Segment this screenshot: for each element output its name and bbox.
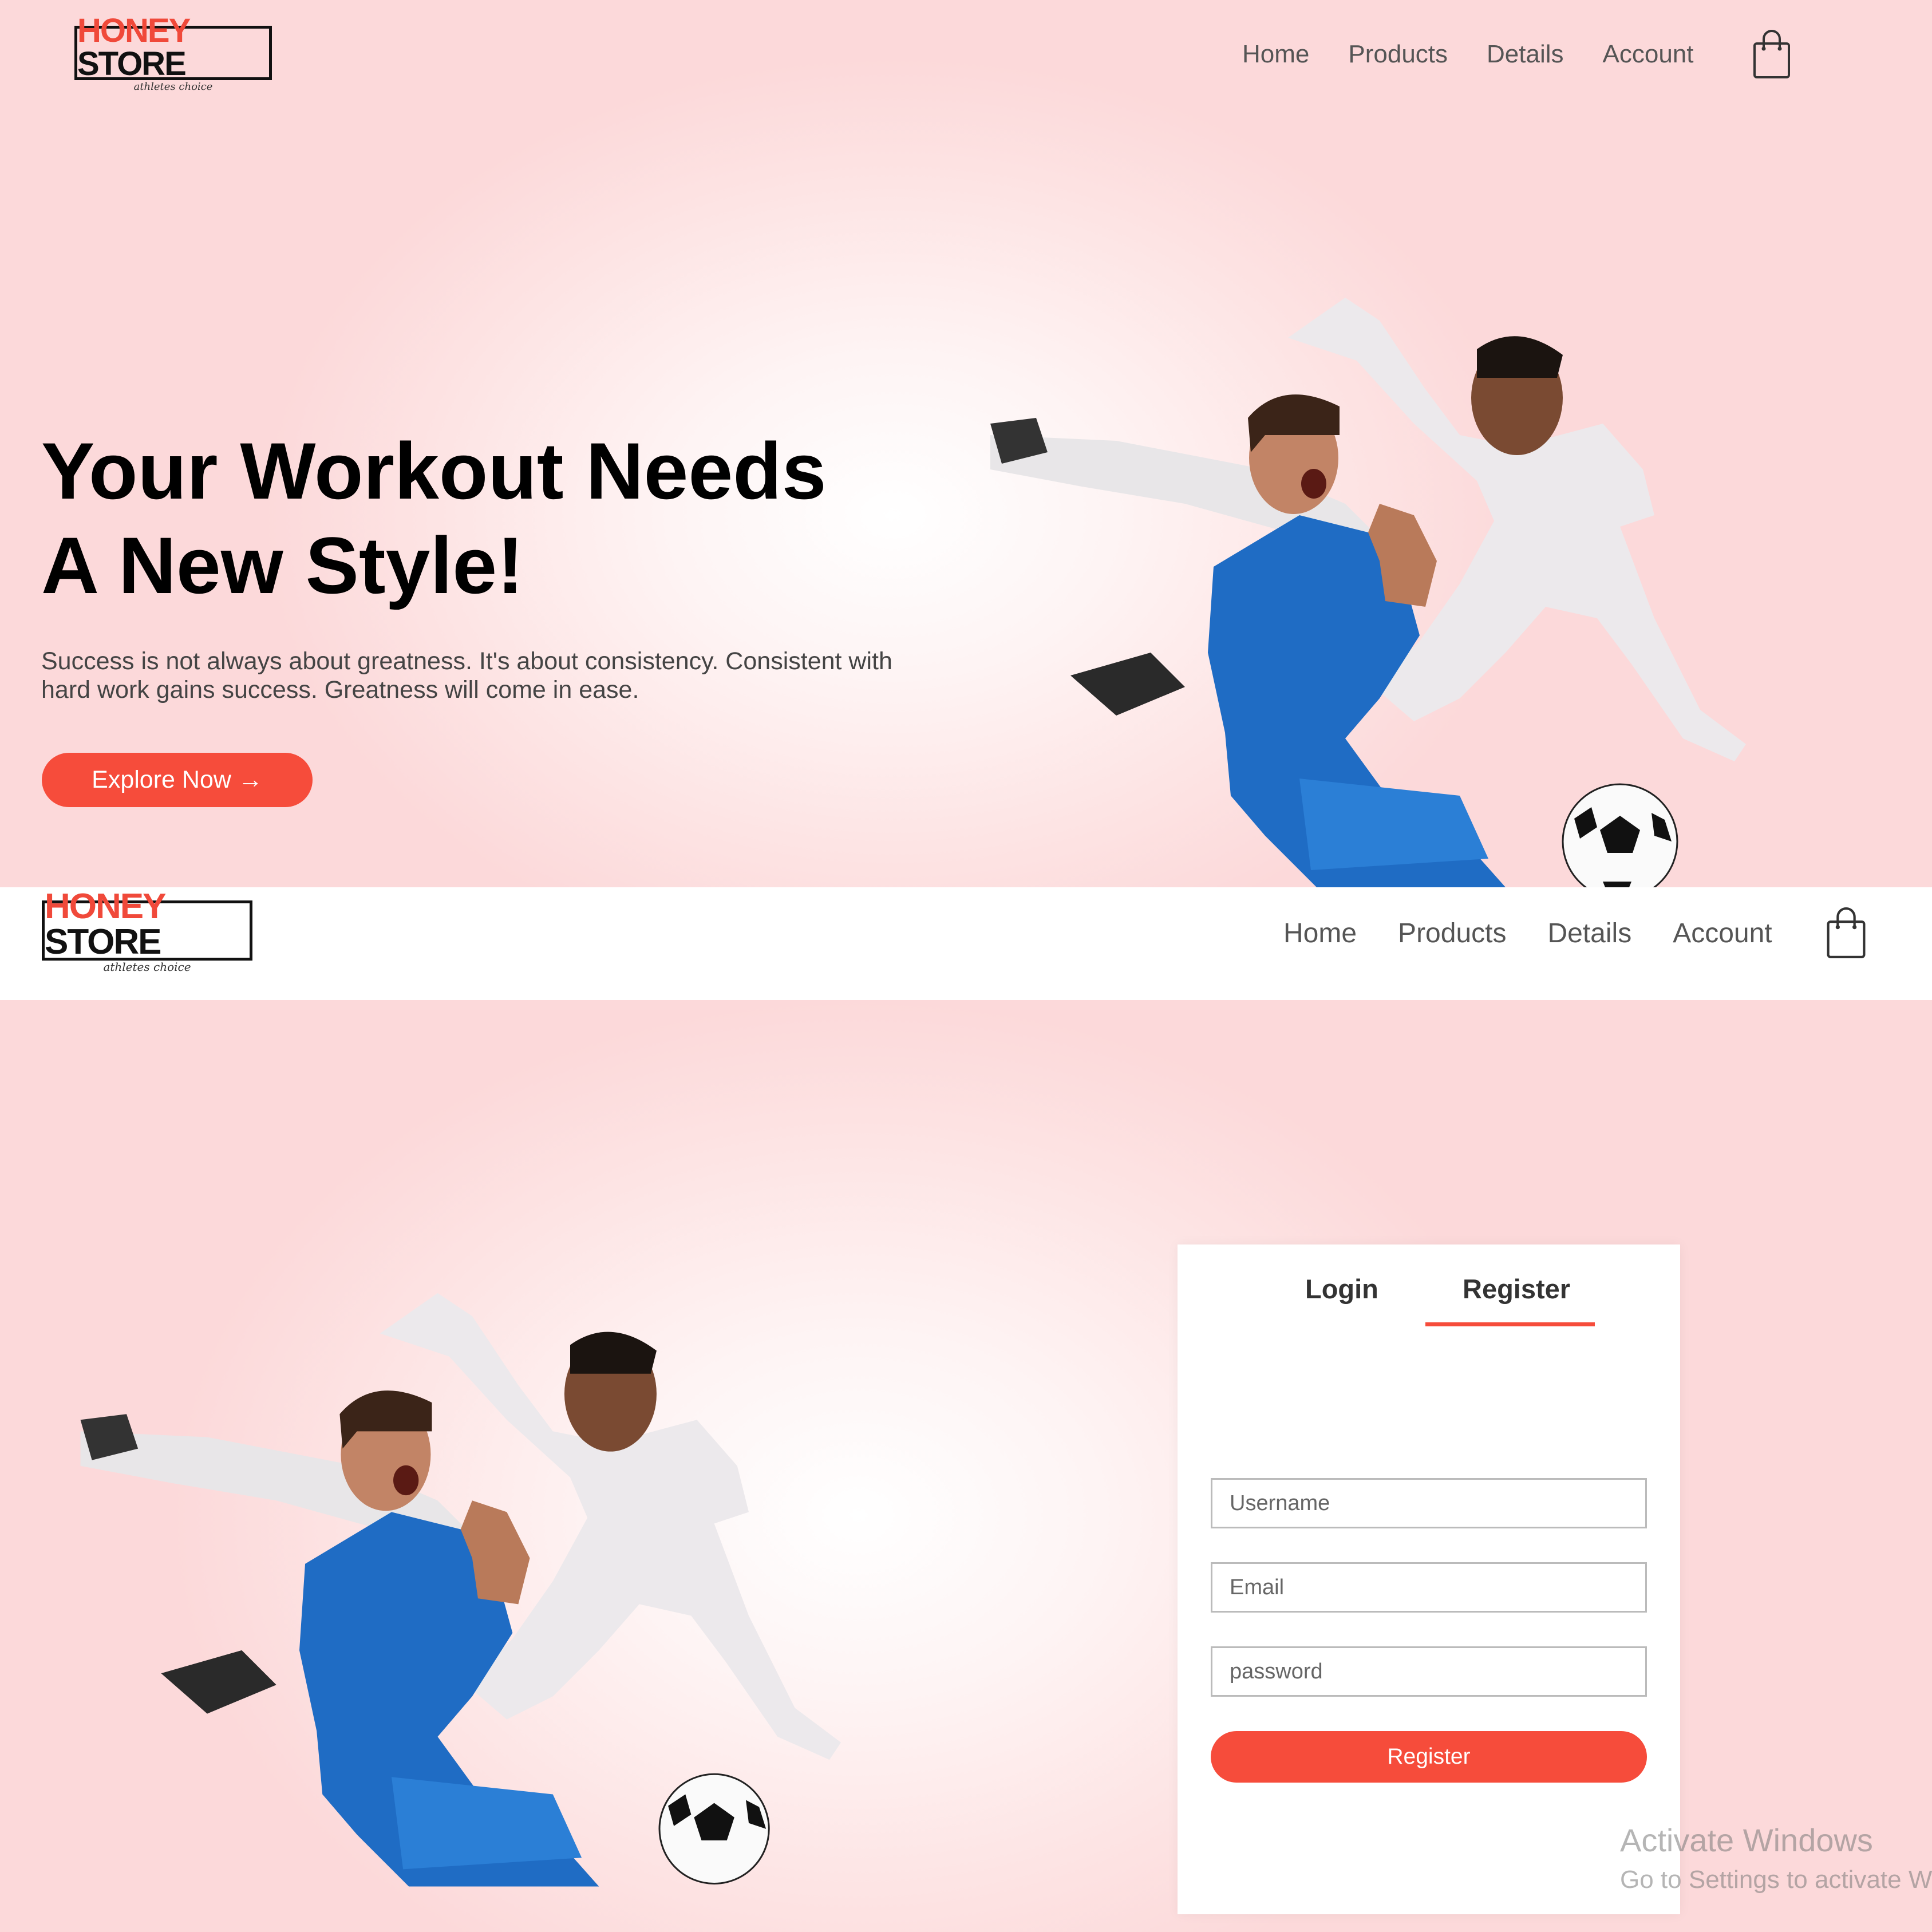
store-logo[interactable]: HONEY STORE athletes choice <box>74 14 272 92</box>
hero-headline-line2: A New Style! <box>41 520 524 610</box>
logo-word-honey: HONEY <box>45 887 165 926</box>
main-nav: Home Products Details Account <box>1242 40 1694 69</box>
active-tab-indicator <box>1425 1322 1595 1326</box>
nav-item-account[interactable]: Account <box>1673 918 1772 949</box>
nav-item-products[interactable]: Products <box>1348 40 1448 69</box>
explore-now-button[interactable]: Explore Now → <box>42 753 313 807</box>
nav-item-home[interactable]: Home <box>1283 918 1357 949</box>
shopping-bag-icon[interactable] <box>1753 30 1791 79</box>
account-form-card: Login Register Register <box>1178 1244 1680 1914</box>
account-screen: HONEY STORE athletes choice Home Product… <box>0 887 1932 1932</box>
nav-item-home[interactable]: Home <box>1242 40 1309 69</box>
hero-headline-line1: Your Workout Needs <box>41 426 827 516</box>
hero-subtext: Success is not always about greatness. I… <box>41 647 892 704</box>
hero-headline: Your Workout Needs A New Style! <box>41 424 900 613</box>
hero-screen: HONEY STORE athletes choice Home Product… <box>0 0 1932 887</box>
store-logo[interactable]: HONEY STORE athletes choice <box>42 888 252 973</box>
logo-word-honey: HONEY <box>77 11 190 49</box>
username-input[interactable] <box>1211 1478 1647 1528</box>
account-section: Login Register Register Activate Windows… <box>0 1000 1932 1932</box>
soccer-ball <box>1562 783 1678 887</box>
nav-item-account[interactable]: Account <box>1603 40 1694 69</box>
nav-item-products[interactable]: Products <box>1398 918 1506 949</box>
footballers-image <box>990 298 1746 887</box>
activate-windows-watermark: Activate Windows Go to Settings to activ… <box>1620 1822 1932 1894</box>
password-input[interactable] <box>1211 1646 1647 1697</box>
register-button[interactable]: Register <box>1211 1731 1647 1783</box>
logo-word-store: STORE <box>77 45 187 82</box>
soccer-ball <box>658 1773 770 1884</box>
nav-item-details[interactable]: Details <box>1487 40 1564 69</box>
footballers-image <box>80 1293 841 1887</box>
logo-word-store: STORE <box>45 922 161 962</box>
shopping-bag-icon[interactable] <box>1826 907 1866 959</box>
tab-login[interactable]: Login <box>1305 1273 1378 1305</box>
watermark-subtitle: Go to Settings to activate Windows. <box>1620 1866 1932 1894</box>
nav-item-details[interactable]: Details <box>1547 918 1631 949</box>
email-input[interactable] <box>1211 1562 1647 1613</box>
logo-tagline: athletes choice <box>103 959 191 974</box>
watermark-title: Activate Windows <box>1620 1822 1873 1858</box>
logo-tagline: athletes choice <box>133 80 213 93</box>
main-nav: Home Products Details Account <box>1283 918 1772 949</box>
site-header: HONEY STORE athletes choice Home Product… <box>0 887 1932 1000</box>
tab-register[interactable]: Register <box>1463 1273 1570 1305</box>
